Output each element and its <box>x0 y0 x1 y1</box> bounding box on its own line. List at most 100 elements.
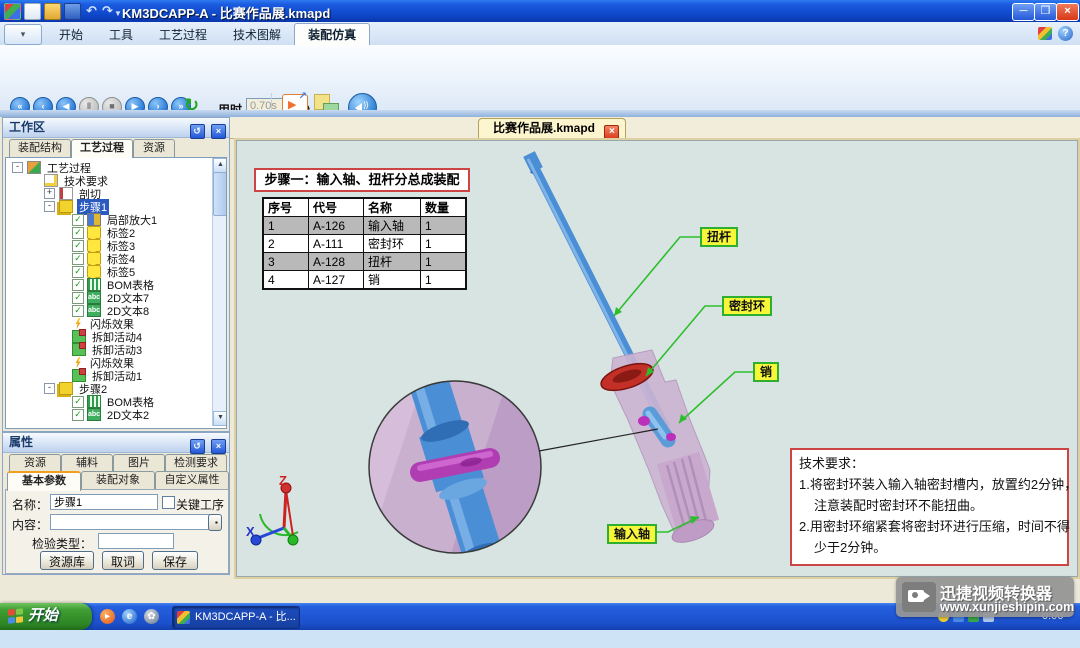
part-label-4[interactable]: 输入轴 <box>607 524 657 544</box>
bom-cell: 扭杆 <box>364 253 421 271</box>
part-label-2[interactable]: 密封环 <box>722 296 772 316</box>
bom-header-cell: 序号 <box>263 198 309 217</box>
ie-icon[interactable]: e <box>122 609 137 624</box>
brand-logo-icon <box>1038 27 1052 40</box>
tag-icon <box>87 239 101 252</box>
title-bar: ↶ ↷ ▼ KM3DCAPP-A - 比赛作品展.kmapd ─ ❒ × <box>0 0 1080 22</box>
content-field[interactable] <box>50 514 210 530</box>
bom-cell: 1 <box>421 253 467 271</box>
tree-item[interactable]: +剖切 <box>6 187 226 200</box>
minimize-button[interactable]: ─ <box>1012 3 1035 21</box>
tree-checkbox[interactable]: ✓ <box>72 214 84 226</box>
collapse-icon[interactable]: - <box>44 383 55 394</box>
save-button[interactable]: 保存 <box>152 551 198 570</box>
new-document-icon[interactable] <box>24 3 41 20</box>
app-menu-button[interactable]: ▾ <box>4 24 42 45</box>
bom-header-row: 序号代号名称数量 <box>263 198 466 217</box>
bom-row: 3A-128扭杆1 <box>263 253 466 271</box>
screen: ↶ ↷ ▼ KM3DCAPP-A - 比赛作品展.kmapd ─ ❒ × ▾ 开… <box>0 0 1080 648</box>
tree-checkbox[interactable]: ✓ <box>72 409 84 421</box>
workspace-tab-3[interactable]: 资源 <box>133 139 175 157</box>
save-icon[interactable] <box>64 3 81 20</box>
open-icon[interactable] <box>44 3 61 20</box>
bom-cell: 1 <box>421 235 467 253</box>
bom-header-cell: 代号 <box>309 198 364 217</box>
redo-icon[interactable]: ↷ <box>100 3 115 18</box>
taskbar-task-button[interactable]: KM3DCAPP-A - 比... <box>172 606 300 629</box>
tree-item[interactable]: 拆卸活动1 <box>6 369 226 382</box>
tree-checkbox[interactable]: ✓ <box>72 396 84 408</box>
ribbon-tab-row: ▾ 开始工具工艺过程技术图解装配仿真 ? <box>0 22 1080 45</box>
properties-tab2-1[interactable]: 基本参数 <box>7 471 81 491</box>
properties-tab-4[interactable]: 检测要求 <box>165 454 227 472</box>
step-icon <box>59 382 73 395</box>
more-dropdown-icon[interactable]: ▼ <box>114 6 122 21</box>
properties-tab2-2[interactable]: 装配对象 <box>81 471 155 489</box>
close-panel-icon[interactable]: × <box>211 439 226 454</box>
tree-checkbox[interactable]: ✓ <box>72 279 84 291</box>
scroll-up-icon[interactable]: ▲ <box>213 158 227 173</box>
close-panel-icon[interactable]: × <box>211 124 226 139</box>
tree-item[interactable]: ✓2D文本2 <box>6 408 226 421</box>
name-field[interactable] <box>50 494 158 510</box>
ribbon-tab-3[interactable]: 工艺过程 <box>146 24 220 46</box>
document-tab-label: 比赛作品展.kmapd <box>493 121 595 135</box>
tree-item[interactable]: 技术要求 <box>6 174 226 187</box>
collapse-icon[interactable]: - <box>44 201 55 212</box>
close-button[interactable]: × <box>1056 3 1079 21</box>
ribbon: «‹◀‖■▶›» ↻ 用时 秒 速度 播放 全屏 干涉 音量开关 控制 <box>0 45 1080 111</box>
properties-tab-1[interactable]: 资源 <box>9 454 61 472</box>
tech-req-title: 技术要求： <box>799 453 1060 474</box>
tree-checkbox[interactable]: ✓ <box>72 240 84 252</box>
properties-form: 名称： 关键工序 内容： ▪ 检验类型： 资源库取词保存 <box>5 489 229 574</box>
tree-checkbox[interactable]: ✓ <box>72 305 84 317</box>
document-tab[interactable]: 比赛作品展.kmapd × <box>478 118 626 138</box>
tech-req-line: 注意装配时密封环不能扭曲。 <box>799 495 1060 516</box>
ribbon-tab-4[interactable]: 技术图解 <box>220 24 294 46</box>
pick-word-button[interactable]: 取词 <box>102 551 144 570</box>
collapse-icon[interactable]: - <box>12 162 23 173</box>
tree-checkbox[interactable]: ✓ <box>72 292 84 304</box>
video-camera-icon <box>902 582 936 612</box>
windows-logo-icon <box>8 608 23 624</box>
tree-checkbox[interactable]: ✓ <box>72 266 84 278</box>
inspect-type-label: 检验类型： <box>32 535 92 552</box>
part-label-3[interactable]: 销 <box>753 362 779 382</box>
tech-req-line: 2.用密封环缩紧套将密封环进行压缩，时间不得 <box>799 516 1060 537</box>
properties-tab-3[interactable]: 图片 <box>113 454 165 472</box>
ribbon-tab-2[interactable]: 工具 <box>96 24 146 46</box>
workspace-tab-2[interactable]: 工艺过程 <box>71 139 133 158</box>
bom-table-icon <box>87 278 101 291</box>
tree-checkbox[interactable]: ✓ <box>72 253 84 265</box>
start-button[interactable]: 开始 <box>0 603 92 630</box>
tree-scrollbar[interactable]: ▲ ▼ <box>212 158 226 426</box>
tree-item[interactable]: -工艺过程 <box>6 161 226 174</box>
properties-tab-2[interactable]: 辅料 <box>61 454 113 472</box>
bom-cell: A-126 <box>309 217 364 235</box>
ribbon-tab-5[interactable]: 装配仿真 <box>294 23 370 46</box>
restore-button[interactable]: ❒ <box>1034 3 1057 21</box>
messenger-icon[interactable]: ✿ <box>144 609 159 624</box>
expand-icon[interactable]: + <box>44 188 55 199</box>
tag-icon <box>87 226 101 239</box>
undo-icon[interactable]: ↶ <box>84 3 99 18</box>
help-button[interactable]: ? <box>1058 26 1073 41</box>
inspect-type-field[interactable] <box>98 533 174 549</box>
scroll-down-icon[interactable]: ▼ <box>213 411 227 426</box>
bom-cell: 1 <box>421 217 467 235</box>
media-player-icon[interactable]: ▸ <box>100 609 115 624</box>
tree-scroll-thumb[interactable] <box>213 172 227 216</box>
workspace-tab-1[interactable]: 装配结构 <box>9 139 71 157</box>
process-tree-box: -工艺过程技术要求+剖切-步骤1✓局部放大1✓标签2✓标签3✓标签4✓标签5✓B… <box>5 157 227 429</box>
bom-cell: 密封环 <box>364 235 421 253</box>
properties-tab2-3[interactable]: 自定义属性 <box>155 471 229 489</box>
key-process-checkbox[interactable] <box>162 496 175 509</box>
tree-checkbox[interactable]: ✓ <box>72 227 84 239</box>
resource-lib-button[interactable]: 资源库 <box>40 551 94 570</box>
part-label-1[interactable]: 扭杆 <box>700 227 738 247</box>
content-more-button[interactable]: ▪ <box>208 514 222 531</box>
pin-panel-icon[interactable]: ↺ <box>190 124 205 139</box>
bom-cell: 1 <box>263 217 309 235</box>
ribbon-tab-1[interactable]: 开始 <box>46 24 96 46</box>
pin-panel-icon[interactable]: ↺ <box>190 439 205 454</box>
